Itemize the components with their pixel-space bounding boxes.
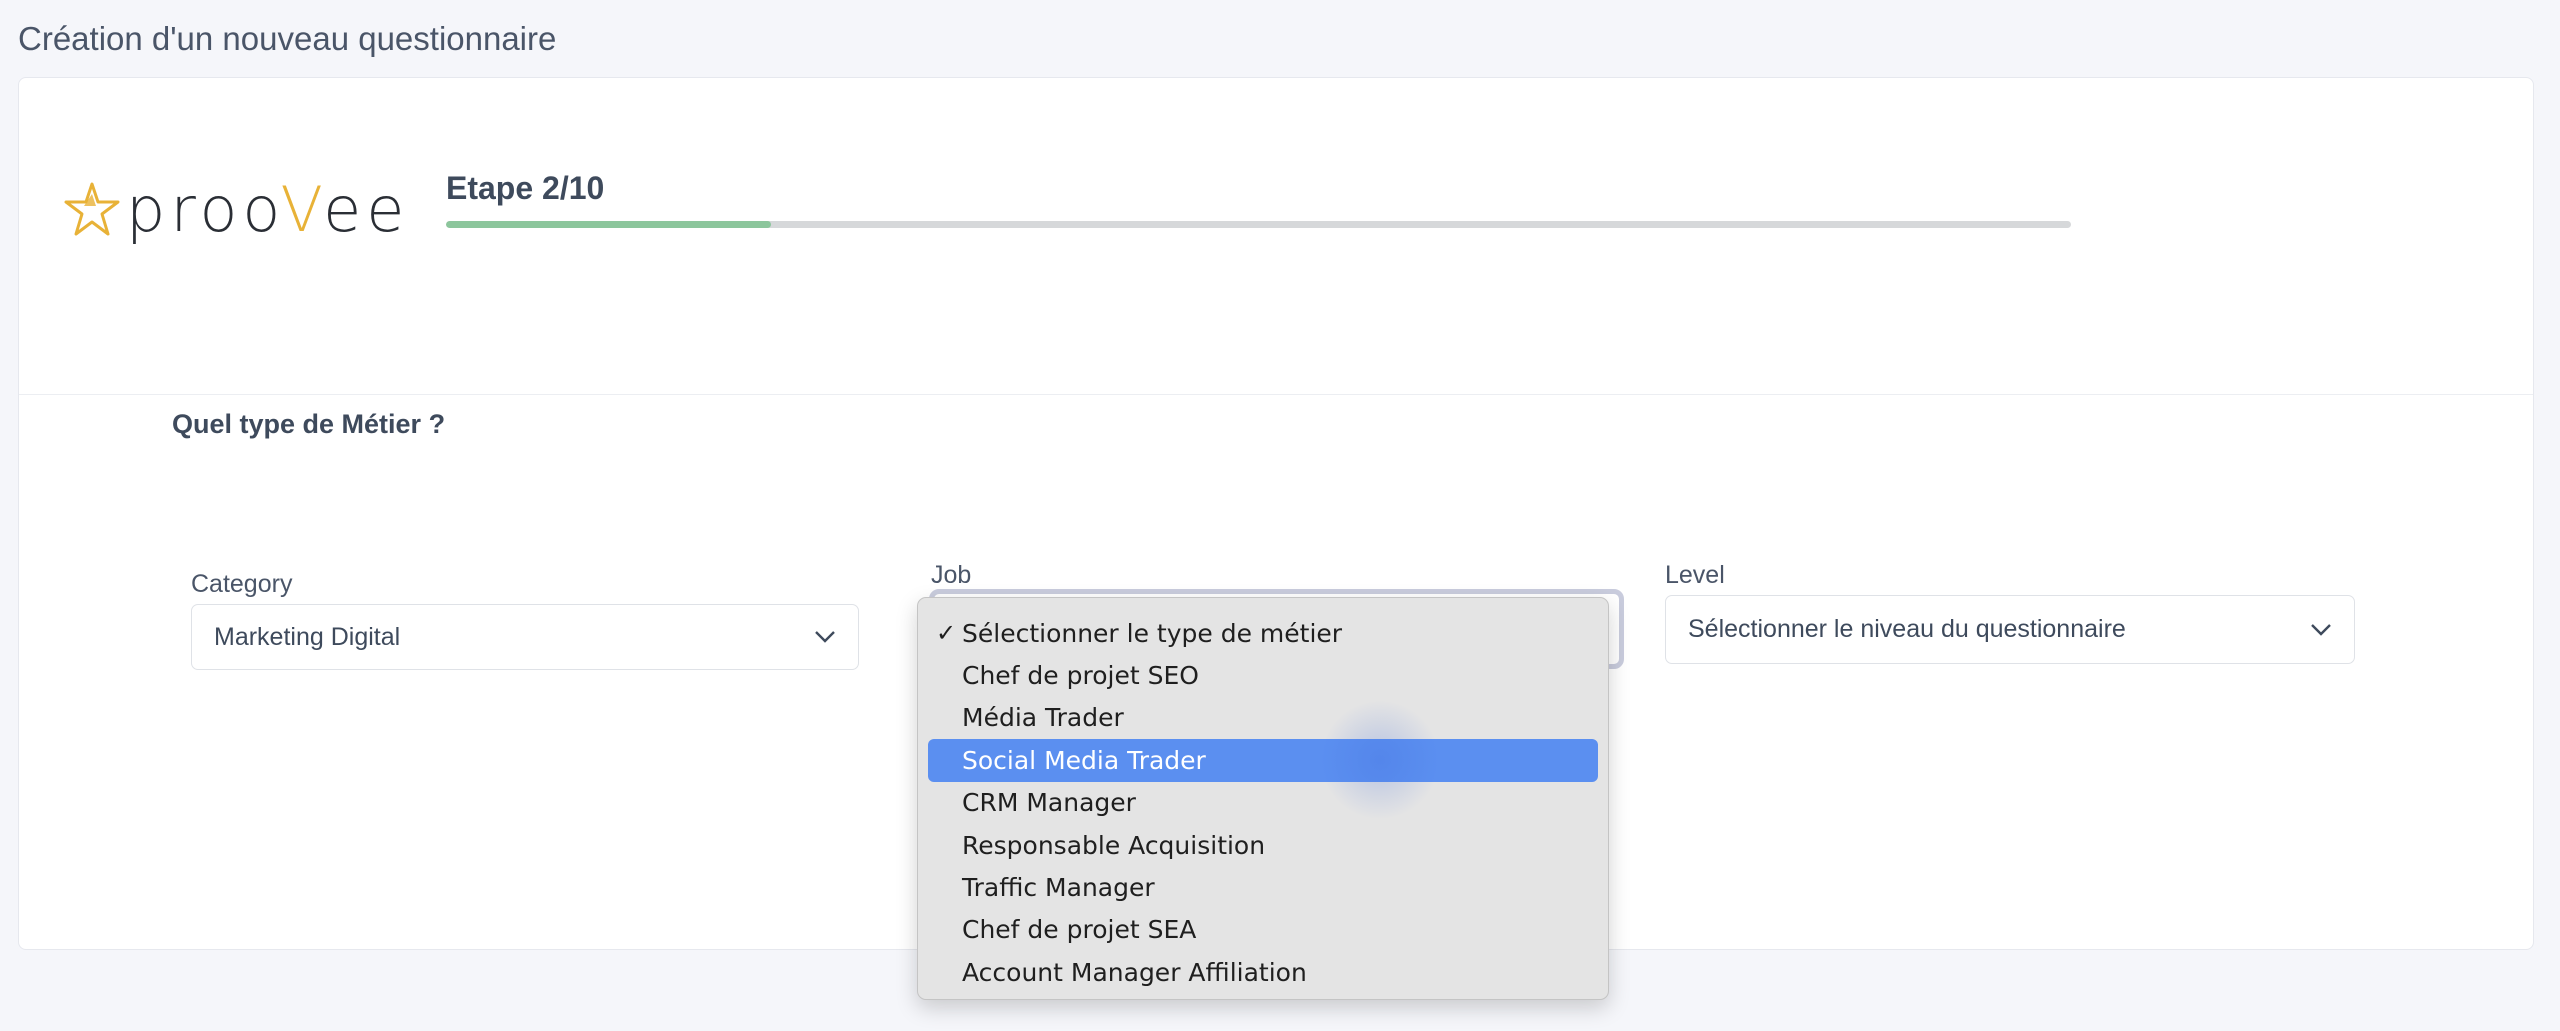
job-option[interactable]: Chef de projet SEO bbox=[928, 654, 1598, 696]
page-title: Création d'un nouveau questionnaire bbox=[18, 20, 557, 57]
category-select-value: Marketing Digital bbox=[214, 622, 401, 651]
category-select[interactable]: Marketing Digital bbox=[191, 604, 859, 670]
progress-fill bbox=[446, 221, 771, 228]
star-icon bbox=[64, 182, 120, 236]
job-option[interactable]: Chef de projet SEA bbox=[928, 909, 1598, 951]
job-option[interactable]: Responsable Acquisition bbox=[928, 824, 1598, 866]
chevron-down-icon bbox=[815, 631, 835, 643]
level-label: Level bbox=[1665, 561, 1725, 589]
step-indicator: Etape 2/10 bbox=[446, 170, 605, 206]
level-select[interactable]: Sélectionner le niveau du questionnaire bbox=[1665, 595, 2355, 664]
logo-wordmark: prooVee bbox=[126, 173, 410, 246]
card-divider bbox=[19, 394, 2533, 395]
job-dropdown-menu: ✓ Sélectionner le type de métier Chef de… bbox=[917, 597, 1609, 1000]
job-option-highlighted[interactable]: Social Media Trader bbox=[928, 739, 1598, 782]
level-select-value: Sélectionner le niveau du questionnaire bbox=[1688, 615, 2126, 643]
proovee-logo: prooVee bbox=[62, 170, 412, 250]
job-option[interactable]: Account Manager Affiliation bbox=[928, 951, 1598, 993]
job-label: Job bbox=[931, 561, 972, 589]
chevron-down-icon bbox=[2311, 623, 2331, 636]
question-title: Quel type de Métier ? bbox=[172, 409, 446, 439]
job-option[interactable]: CRM Manager bbox=[928, 782, 1598, 824]
checkmark-icon: ✓ bbox=[936, 619, 957, 648]
job-option[interactable]: Média Trader bbox=[928, 697, 1598, 739]
job-option[interactable]: ✓ Sélectionner le type de métier bbox=[928, 612, 1598, 654]
job-option[interactable]: Traffic Manager bbox=[928, 866, 1598, 908]
progress-bar bbox=[446, 221, 2071, 228]
category-label: Category bbox=[191, 570, 293, 598]
